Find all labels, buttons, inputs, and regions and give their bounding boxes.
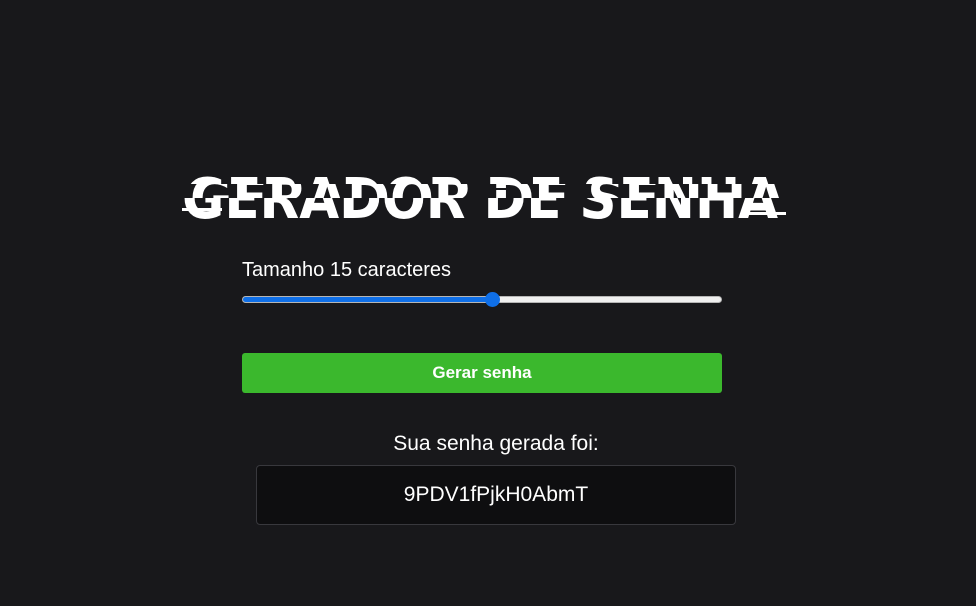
password-output[interactable]: 9PDV1fPjkH0AbmT <box>256 465 736 525</box>
length-slider[interactable] <box>242 290 722 310</box>
generate-password-button[interactable]: Gerar senha <box>242 353 722 393</box>
length-value: 15 <box>329 259 353 281</box>
slider-fill <box>243 297 493 302</box>
generated-password[interactable]: 9PDV1fPjkH0AbmT <box>404 483 588 507</box>
result-label: Sua senha gerada foi: <box>393 432 599 455</box>
slider-track[interactable] <box>242 296 722 303</box>
app-logo: GERADOR DE SENHA GERADOR DE SENHA GERADO… <box>182 164 786 226</box>
password-generator-page: GERADOR DE SENHA GERADOR DE SENHA GERADO… <box>0 0 976 606</box>
length-label-suffix: caracteres <box>357 259 452 281</box>
length-label: Tamanho 15 caracteres <box>242 258 451 282</box>
length-label-prefix: Tamanho <box>242 259 325 281</box>
slider-thumb[interactable] <box>485 292 500 307</box>
